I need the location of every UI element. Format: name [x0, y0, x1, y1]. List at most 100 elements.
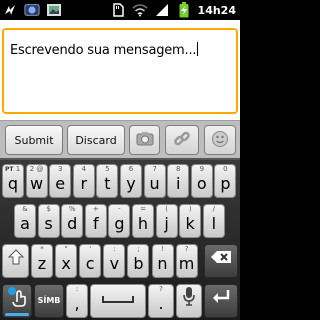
space-key[interactable] [90, 284, 146, 318]
key-f[interactable]: + f [84, 204, 107, 238]
emoji-icon [211, 130, 229, 151]
key-label: n [157, 254, 168, 273]
sd-card-icon [110, 2, 126, 18]
settings-key[interactable] [2, 284, 32, 318]
key-hint: ' [89, 245, 92, 253]
text-cursor [197, 42, 199, 56]
key-hint: 9 [199, 165, 205, 173]
status-time: 14h24 [197, 3, 236, 17]
key-label: p [220, 174, 231, 193]
key-label: l [211, 214, 217, 233]
backspace-key[interactable] [204, 244, 238, 278]
usb-debug-icon [2, 2, 18, 18]
key-label: y [126, 174, 136, 193]
key-hint: $ [46, 205, 51, 213]
key-hint: : [113, 245, 116, 253]
key-r[interactable]: 4r [72, 164, 95, 198]
message-input[interactable]: Escrevendo sua mensagem... [2, 28, 238, 114]
key-hint: ! [161, 245, 164, 253]
key-label: b [133, 254, 144, 273]
comma-key[interactable]: : , [66, 284, 88, 318]
key-hint: / [212, 205, 215, 213]
submit-button-label: Submit [14, 133, 54, 147]
key-i[interactable]: 8i [167, 164, 190, 198]
settings-hand-icon [6, 285, 28, 311]
media-icon [24, 2, 40, 18]
message-text: Escrevendo sua mensagem... [10, 43, 197, 58]
action-bar: Submit Discard [0, 120, 240, 158]
key-hint: 6 [128, 165, 134, 173]
key-label: a [20, 214, 30, 233]
key-p[interactable]: 0p [214, 164, 237, 198]
camera-icon [136, 131, 154, 149]
key-hint: 7 [152, 165, 157, 173]
key-hint: 3 [57, 165, 63, 173]
key-hint: = [140, 205, 146, 213]
emoji-button[interactable] [204, 125, 236, 155]
key-hint: 2 @ [29, 165, 44, 173]
key-label: o [196, 174, 207, 193]
voice-input-key[interactable] [176, 284, 202, 318]
key-e[interactable]: 3e [49, 164, 72, 198]
key-t[interactable]: 5t [96, 164, 119, 198]
key-label: g [114, 214, 125, 233]
key-hint: 1 [15, 165, 21, 173]
key-c[interactable]: ' c [79, 244, 102, 278]
key-k[interactable]: ) k [179, 204, 202, 238]
period-key-hint: ? [159, 285, 163, 293]
key-y[interactable]: 6y [120, 164, 142, 198]
key-n[interactable]: ! n [151, 244, 174, 278]
key-label: i [175, 174, 181, 193]
submit-button[interactable]: Submit [5, 125, 63, 155]
link-button[interactable] [165, 125, 199, 155]
backspace-icon [210, 249, 232, 268]
status-right-icons: 14h24 [110, 1, 236, 19]
key-hint: 8 [175, 165, 181, 173]
key-hint: " [64, 245, 68, 253]
discard-button[interactable]: Discard [67, 125, 125, 155]
key-hint: - [118, 205, 121, 213]
period-key[interactable]: ? . [148, 284, 174, 318]
key-hint: ) [188, 205, 192, 213]
camera-button[interactable] [129, 125, 160, 155]
shift-key[interactable] [2, 244, 29, 278]
key-z[interactable]: * z [31, 244, 53, 278]
key-label: m [178, 254, 195, 273]
key-hint: & [22, 205, 28, 213]
microphone-icon [183, 286, 195, 310]
key-m[interactable]: ? m [175, 244, 198, 278]
key-s[interactable]: $ s [37, 204, 60, 238]
key-hint: 5 [105, 165, 110, 173]
key-label: s [44, 214, 53, 233]
link-icon [173, 130, 191, 151]
key-label: x [61, 254, 71, 273]
key-w[interactable]: 2 @ w [25, 164, 48, 198]
symbols-key[interactable]: SÍMB [34, 284, 64, 318]
battery-charging-icon [176, 2, 192, 18]
symbols-key-label: SÍMB [37, 296, 61, 305]
status-bar: 14h24 [0, 0, 240, 20]
key-h[interactable]: = h [132, 204, 154, 238]
key-label: u [149, 174, 160, 193]
space-icon [101, 289, 135, 308]
discard-button-label: Discard [75, 133, 117, 147]
key-b[interactable]: ; b [127, 244, 150, 278]
key-label: j [164, 214, 169, 233]
status-left-icons [2, 1, 62, 19]
key-hint: ( [165, 205, 168, 213]
wifi-icon [132, 2, 148, 18]
key-a[interactable]: & a [14, 204, 36, 238]
key-l[interactable]: / l [202, 204, 225, 238]
key-o[interactable]: 9o [190, 164, 213, 198]
key-label: d [67, 214, 78, 233]
key-v[interactable]: :v [103, 244, 126, 278]
key-x[interactable]: " x [55, 244, 78, 278]
key-label: v [109, 254, 120, 273]
key-u[interactable]: 7u [143, 164, 166, 198]
key-g[interactable]: -g [108, 204, 131, 238]
key-hint: + [92, 205, 99, 213]
key-d[interactable]: % d [61, 204, 84, 238]
key-j[interactable]: (j [155, 204, 178, 238]
key-q[interactable]: 1 PT q [2, 164, 24, 198]
enter-key[interactable] [204, 284, 238, 318]
